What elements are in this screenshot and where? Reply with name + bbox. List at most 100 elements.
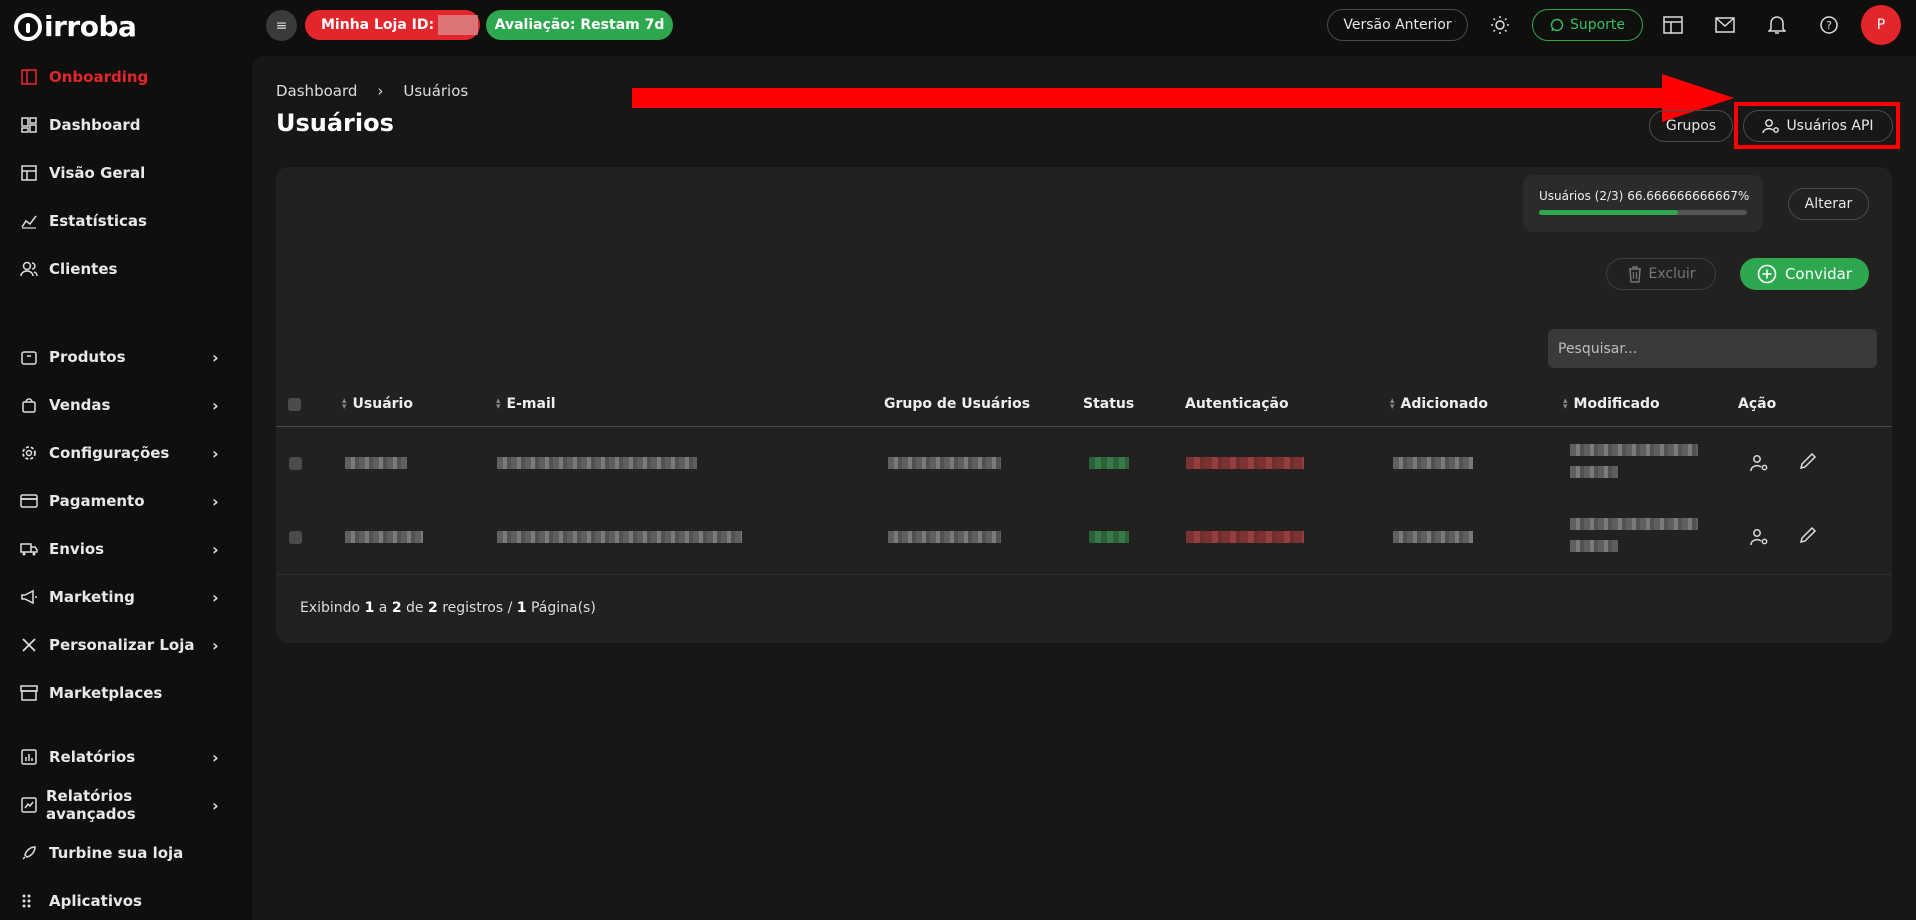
chevron-right-icon: ›: [212, 795, 219, 815]
mail-button[interactable]: [1712, 12, 1738, 38]
sidebar-item-vendas[interactable]: Vendas ›: [20, 390, 226, 420]
sidebar-item-label: Marketing: [49, 588, 135, 606]
support-button[interactable]: Suporte: [1532, 9, 1643, 41]
column-header-label: Adicionado: [1400, 396, 1488, 412]
column-header-label: Autenticação: [1185, 396, 1289, 412]
sidebar-item-label: Aplicativos: [49, 892, 142, 910]
help-button[interactable]: ?: [1816, 12, 1842, 38]
user-gear-icon: [1750, 455, 1768, 472]
support-label: Suporte: [1569, 17, 1626, 33]
redacted-email: [497, 457, 697, 469]
redacted-modified-date: [1570, 518, 1698, 530]
column-header-modificado[interactable]: ▴ ▾ Modificado: [1563, 396, 1660, 412]
tools-icon: [20, 636, 38, 654]
column-header-email[interactable]: ▴ ▾ E-mail: [496, 396, 556, 412]
megaphone-icon: [20, 588, 38, 606]
bell-icon: [1768, 16, 1786, 34]
layout-icon: [20, 164, 38, 182]
sidebar-item-label: Pagamento: [49, 492, 145, 510]
sort-icon: ▴ ▾: [1563, 396, 1568, 412]
layout-button[interactable]: [1660, 12, 1686, 38]
trial-badge[interactable]: Avaliação: Restam 7d: [486, 10, 673, 40]
change-plan-button[interactable]: Alterar: [1788, 188, 1869, 220]
usage-widget: Usuários (2/3) 66.666666666667%: [1523, 175, 1763, 232]
sidebar-item-relatorios-avancados[interactable]: Relatórios avançados ›: [20, 787, 226, 823]
sidebar-item-configuracoes[interactable]: Configurações ›: [20, 438, 226, 468]
sidebar-item-relatorios[interactable]: Relatórios ›: [20, 742, 226, 772]
sidebar-item-turbine-sua-loja[interactable]: Turbine sua loja: [20, 838, 226, 868]
menu-collapse-button[interactable]: ≡: [266, 10, 297, 41]
sidebar-item-produtos[interactable]: Produtos ›: [20, 342, 226, 372]
sort-icon: ▴ ▾: [342, 396, 347, 412]
row-checkbox[interactable]: [289, 531, 302, 544]
invite-label: Convidar: [1784, 265, 1853, 283]
sidebar-item-estatisticas[interactable]: Estatísticas: [20, 206, 226, 236]
sidebar-item-marketing[interactable]: Marketing ›: [20, 582, 226, 612]
help-icon: ?: [1820, 16, 1838, 34]
chevron-right-icon: ›: [212, 443, 219, 463]
redacted-added-date: [1393, 457, 1473, 469]
usage-progress-track: [1539, 210, 1747, 215]
column-header-label: Ação: [1738, 396, 1777, 412]
user-gear-icon: [1750, 529, 1768, 546]
sidebar-item-label: Clientes: [49, 260, 118, 278]
sidebar-item-label: Produtos: [49, 348, 126, 366]
store-icon: [20, 684, 38, 702]
sort-icon: ▴ ▾: [496, 396, 501, 412]
breadcrumb-dashboard[interactable]: Dashboard: [276, 82, 357, 100]
page-title: Usuários: [276, 109, 394, 137]
chevron-right-icon: ›: [212, 747, 219, 767]
delete-label: Excluir: [1648, 266, 1696, 282]
user-permissions-button[interactable]: [1748, 452, 1770, 474]
column-header-autenticacao: Autenticação: [1185, 396, 1289, 412]
column-header-adicionado[interactable]: ▴ ▾ Adicionado: [1390, 396, 1488, 412]
sidebar-item-label: Estatísticas: [49, 212, 147, 230]
groups-button[interactable]: Grupos: [1649, 110, 1733, 142]
sun-icon: [1491, 16, 1509, 34]
users-icon: [20, 260, 38, 278]
invite-button[interactable]: Convidar: [1740, 258, 1869, 290]
row-checkbox[interactable]: [289, 457, 302, 470]
column-header-usuario[interactable]: ▴ ▾ Usuário: [342, 396, 413, 412]
user-permissions-button[interactable]: [1748, 526, 1770, 548]
usage-label: Usuários (2/3): [1539, 189, 1624, 203]
pagination-total: 2: [427, 600, 438, 616]
delete-button[interactable]: Excluir: [1606, 258, 1716, 290]
sidebar-item-pagamento[interactable]: Pagamento ›: [20, 486, 226, 516]
theme-toggle-button[interactable]: [1487, 12, 1513, 38]
edit-button[interactable]: [1797, 524, 1819, 546]
sidebar-item-visao-geral[interactable]: Visão Geral: [20, 158, 226, 188]
column-header-acao: Ação: [1738, 396, 1776, 412]
sidebar-item-label: Turbine sua loja: [49, 844, 184, 862]
pagination-to-word: a: [378, 600, 388, 616]
trash-icon: [1628, 266, 1641, 283]
pagination-pages: 1: [516, 600, 527, 616]
store-id-badge[interactable]: Minha Loja ID:: [305, 10, 480, 40]
chevron-right-icon: ›: [212, 587, 219, 607]
table-bottom-divider: [276, 574, 1892, 575]
notifications-button[interactable]: [1764, 12, 1790, 38]
user-avatar[interactable]: P: [1861, 5, 1901, 45]
breadcrumb-current: Usuários: [403, 82, 469, 100]
sidebar-item-envios[interactable]: Envios ›: [20, 534, 226, 564]
apps-icon: [20, 892, 38, 910]
select-all-checkbox[interactable]: [288, 398, 301, 411]
book-icon: [20, 68, 38, 86]
sidebar-item-onboarding[interactable]: Onboarding: [20, 62, 226, 92]
edit-button[interactable]: [1797, 450, 1819, 472]
chevron-right-icon: ›: [212, 635, 219, 655]
sidebar-item-label: Onboarding: [49, 68, 149, 86]
sidebar-item-clientes[interactable]: Clientes: [20, 254, 226, 284]
previous-version-button[interactable]: Versão Anterior: [1327, 9, 1468, 41]
brand-logo[interactable]: irroba: [14, 10, 137, 43]
sidebar-item-aplicativos[interactable]: Aplicativos: [20, 886, 226, 916]
sidebar-item-marketplaces[interactable]: Marketplaces: [20, 678, 226, 708]
sidebar-item-dashboard[interactable]: Dashboard: [20, 110, 226, 140]
redacted-auth: [1186, 531, 1304, 543]
search-input[interactable]: [1548, 329, 1877, 368]
pagination-pages-word: Página(s): [530, 600, 596, 616]
redacted-auth: [1186, 457, 1304, 469]
sidebar-item-personalizar-loja[interactable]: Personalizar Loja ›: [20, 630, 226, 660]
redacted-group: [888, 531, 1001, 543]
whatsapp-icon: [1550, 18, 1564, 32]
